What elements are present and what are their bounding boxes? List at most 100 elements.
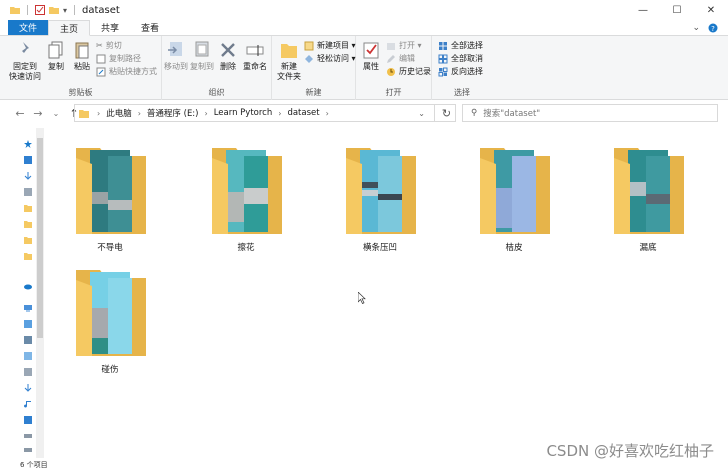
folder-icon[interactable] bbox=[24, 220, 32, 228]
breadcrumb-learn-pytorch[interactable]: Learn Pytorch bbox=[214, 108, 273, 118]
folder-icon[interactable] bbox=[24, 204, 32, 212]
file-list: 不导电 擦花 横条压凹 桔皮 漏底 碰伤 bbox=[46, 128, 722, 458]
folder-item[interactable]: 桔皮 bbox=[474, 142, 554, 253]
objects-3d-icon[interactable] bbox=[24, 320, 32, 328]
address-dropdown-icon[interactable]: ⌄ bbox=[418, 109, 425, 118]
easy-access-button[interactable]: 轻松访问 ▾ bbox=[304, 53, 356, 64]
folder-item[interactable]: 漏底 bbox=[608, 142, 688, 253]
copy-button[interactable]: 复制 bbox=[44, 40, 68, 72]
rename-button[interactable]: 重命名 bbox=[242, 40, 268, 72]
invert-selection-button[interactable]: 反向选择 bbox=[438, 66, 483, 77]
paste-shortcut-button[interactable]: 粘贴快捷方式 bbox=[96, 66, 157, 77]
breadcrumb-separator-icon[interactable]: › bbox=[205, 109, 208, 118]
select-none-icon bbox=[438, 54, 448, 63]
quick-access-star-icon[interactable] bbox=[24, 140, 32, 148]
delete-button[interactable]: 删除 bbox=[218, 40, 238, 72]
copy-path-button[interactable]: 复制路径 bbox=[96, 53, 141, 64]
copy-icon bbox=[48, 41, 63, 59]
folder-name: 擦花 bbox=[237, 243, 255, 253]
select-none-button[interactable]: 全部取消 bbox=[438, 53, 483, 64]
chevron-down-icon[interactable]: ▾ bbox=[63, 6, 67, 15]
copy-path-icon bbox=[96, 54, 106, 63]
status-bar: 6 个项目 bbox=[0, 460, 728, 470]
move-to-button[interactable]: 移动到 bbox=[164, 40, 188, 72]
address-bar[interactable]: › 此电脑 › 普通程序 (E:) › Learn Pytorch › data… bbox=[74, 104, 456, 122]
edit-button[interactable]: 编辑 bbox=[386, 53, 415, 64]
new-folder-icon[interactable] bbox=[49, 5, 59, 15]
folder-item[interactable]: 不导电 bbox=[70, 142, 150, 253]
search-box[interactable]: ⚲ 搜索"dataset" bbox=[462, 104, 718, 122]
window-title: dataset bbox=[82, 4, 120, 16]
new-item-icon bbox=[304, 41, 314, 50]
properties-button[interactable]: 属性 bbox=[360, 40, 382, 72]
video-icon[interactable] bbox=[24, 336, 32, 344]
documents-icon[interactable] bbox=[24, 188, 32, 196]
navigation-pane-scrollbar[interactable] bbox=[36, 128, 44, 458]
new-folder-icon bbox=[281, 44, 297, 58]
recent-locations-chevron-icon[interactable]: ⌄ bbox=[48, 105, 64, 121]
help-icon[interactable]: ? bbox=[708, 23, 718, 33]
tab-view[interactable]: 查看 bbox=[130, 20, 170, 35]
tab-file[interactable]: 文件 bbox=[8, 20, 49, 35]
downloads-icon[interactable] bbox=[24, 384, 32, 392]
maximize-button[interactable]: ☐ bbox=[660, 0, 694, 20]
pictures-icon[interactable] bbox=[24, 352, 32, 360]
desktop-icon[interactable] bbox=[24, 416, 32, 424]
breadcrumb-this-pc[interactable]: 此电脑 bbox=[106, 107, 132, 119]
copy-to-button[interactable]: 复制到 bbox=[190, 40, 214, 72]
open-button[interactable]: 打开 ▾ bbox=[386, 40, 422, 51]
onedrive-cloud-icon[interactable] bbox=[24, 282, 32, 290]
drive-icon[interactable] bbox=[24, 446, 32, 454]
breadcrumb-dataset[interactable]: dataset bbox=[287, 108, 319, 118]
folder-item[interactable]: 碰伤 bbox=[70, 264, 150, 375]
folder-thumbnail-icon bbox=[614, 148, 684, 234]
pin-quick-access-button[interactable]: 固定到 快速访问 bbox=[8, 40, 42, 82]
cut-label: 剪切 bbox=[105, 41, 122, 50]
folder-icon[interactable] bbox=[24, 252, 32, 260]
new-folder-label: 新建 文件夹 bbox=[277, 62, 301, 81]
forward-arrow-icon[interactable]: → bbox=[30, 105, 46, 121]
this-pc-icon[interactable] bbox=[24, 304, 32, 312]
folder-icon[interactable] bbox=[24, 236, 32, 244]
chevron-down-icon[interactable]: ⌄ bbox=[692, 23, 700, 33]
scrollbar-thumb[interactable] bbox=[37, 138, 43, 338]
breadcrumb-separator-icon[interactable]: › bbox=[326, 109, 329, 118]
tab-home[interactable]: 主页 bbox=[48, 20, 91, 36]
downloads-icon[interactable] bbox=[24, 172, 32, 180]
minimize-button[interactable]: — bbox=[626, 0, 660, 20]
new-folder-button[interactable]: 新建 文件夹 bbox=[276, 40, 302, 82]
breadcrumb-drive-e[interactable]: 普通程序 (E:) bbox=[147, 107, 199, 119]
desktop-icon[interactable] bbox=[24, 156, 32, 164]
properties-icon bbox=[363, 42, 379, 59]
window-controls: — ☐ ✕ bbox=[626, 0, 728, 20]
paste-label: 粘贴 bbox=[74, 62, 90, 71]
properties-check-icon[interactable] bbox=[35, 5, 45, 15]
folder-icon bbox=[10, 7, 20, 14]
drive-icon[interactable] bbox=[24, 432, 32, 440]
open-group: 属性 打开 ▾ 编辑 历史记录 打开 bbox=[356, 36, 432, 100]
music-icon[interactable] bbox=[24, 400, 32, 408]
refresh-button[interactable]: ↻ bbox=[434, 104, 458, 122]
breadcrumb-separator-icon[interactable]: › bbox=[138, 109, 141, 118]
history-button[interactable]: 历史记录 bbox=[386, 66, 431, 77]
breadcrumb-separator-icon[interactable]: › bbox=[278, 109, 281, 118]
scissors-icon: ✂ bbox=[96, 41, 103, 50]
folder-item[interactable]: 擦花 bbox=[206, 142, 286, 253]
new-group: 新建 文件夹 新建项目 ▾ 轻松访问 ▾ 新建 bbox=[272, 36, 356, 100]
cut-button[interactable]: ✂ 剪切 bbox=[96, 40, 122, 51]
open-icon bbox=[387, 42, 395, 50]
documents-icon[interactable] bbox=[24, 368, 32, 376]
delete-x-icon bbox=[221, 43, 235, 57]
tab-share[interactable]: 共享 bbox=[90, 20, 130, 35]
easy-access-icon bbox=[305, 54, 313, 63]
divider bbox=[27, 5, 28, 15]
folder-item[interactable]: 横条压凹 bbox=[340, 142, 420, 253]
move-to-label: 移动到 bbox=[164, 62, 188, 71]
back-arrow-icon[interactable]: ← bbox=[12, 105, 28, 121]
close-button[interactable]: ✕ bbox=[694, 0, 728, 20]
watermark: CSDN @好喜欢吃红柚子 bbox=[546, 442, 714, 460]
new-item-button[interactable]: 新建项目 ▾ bbox=[304, 40, 356, 51]
paste-button[interactable]: 粘贴 bbox=[70, 40, 94, 72]
folder-name: 碰伤 bbox=[101, 365, 119, 375]
select-all-button[interactable]: 全部选择 bbox=[438, 40, 483, 51]
